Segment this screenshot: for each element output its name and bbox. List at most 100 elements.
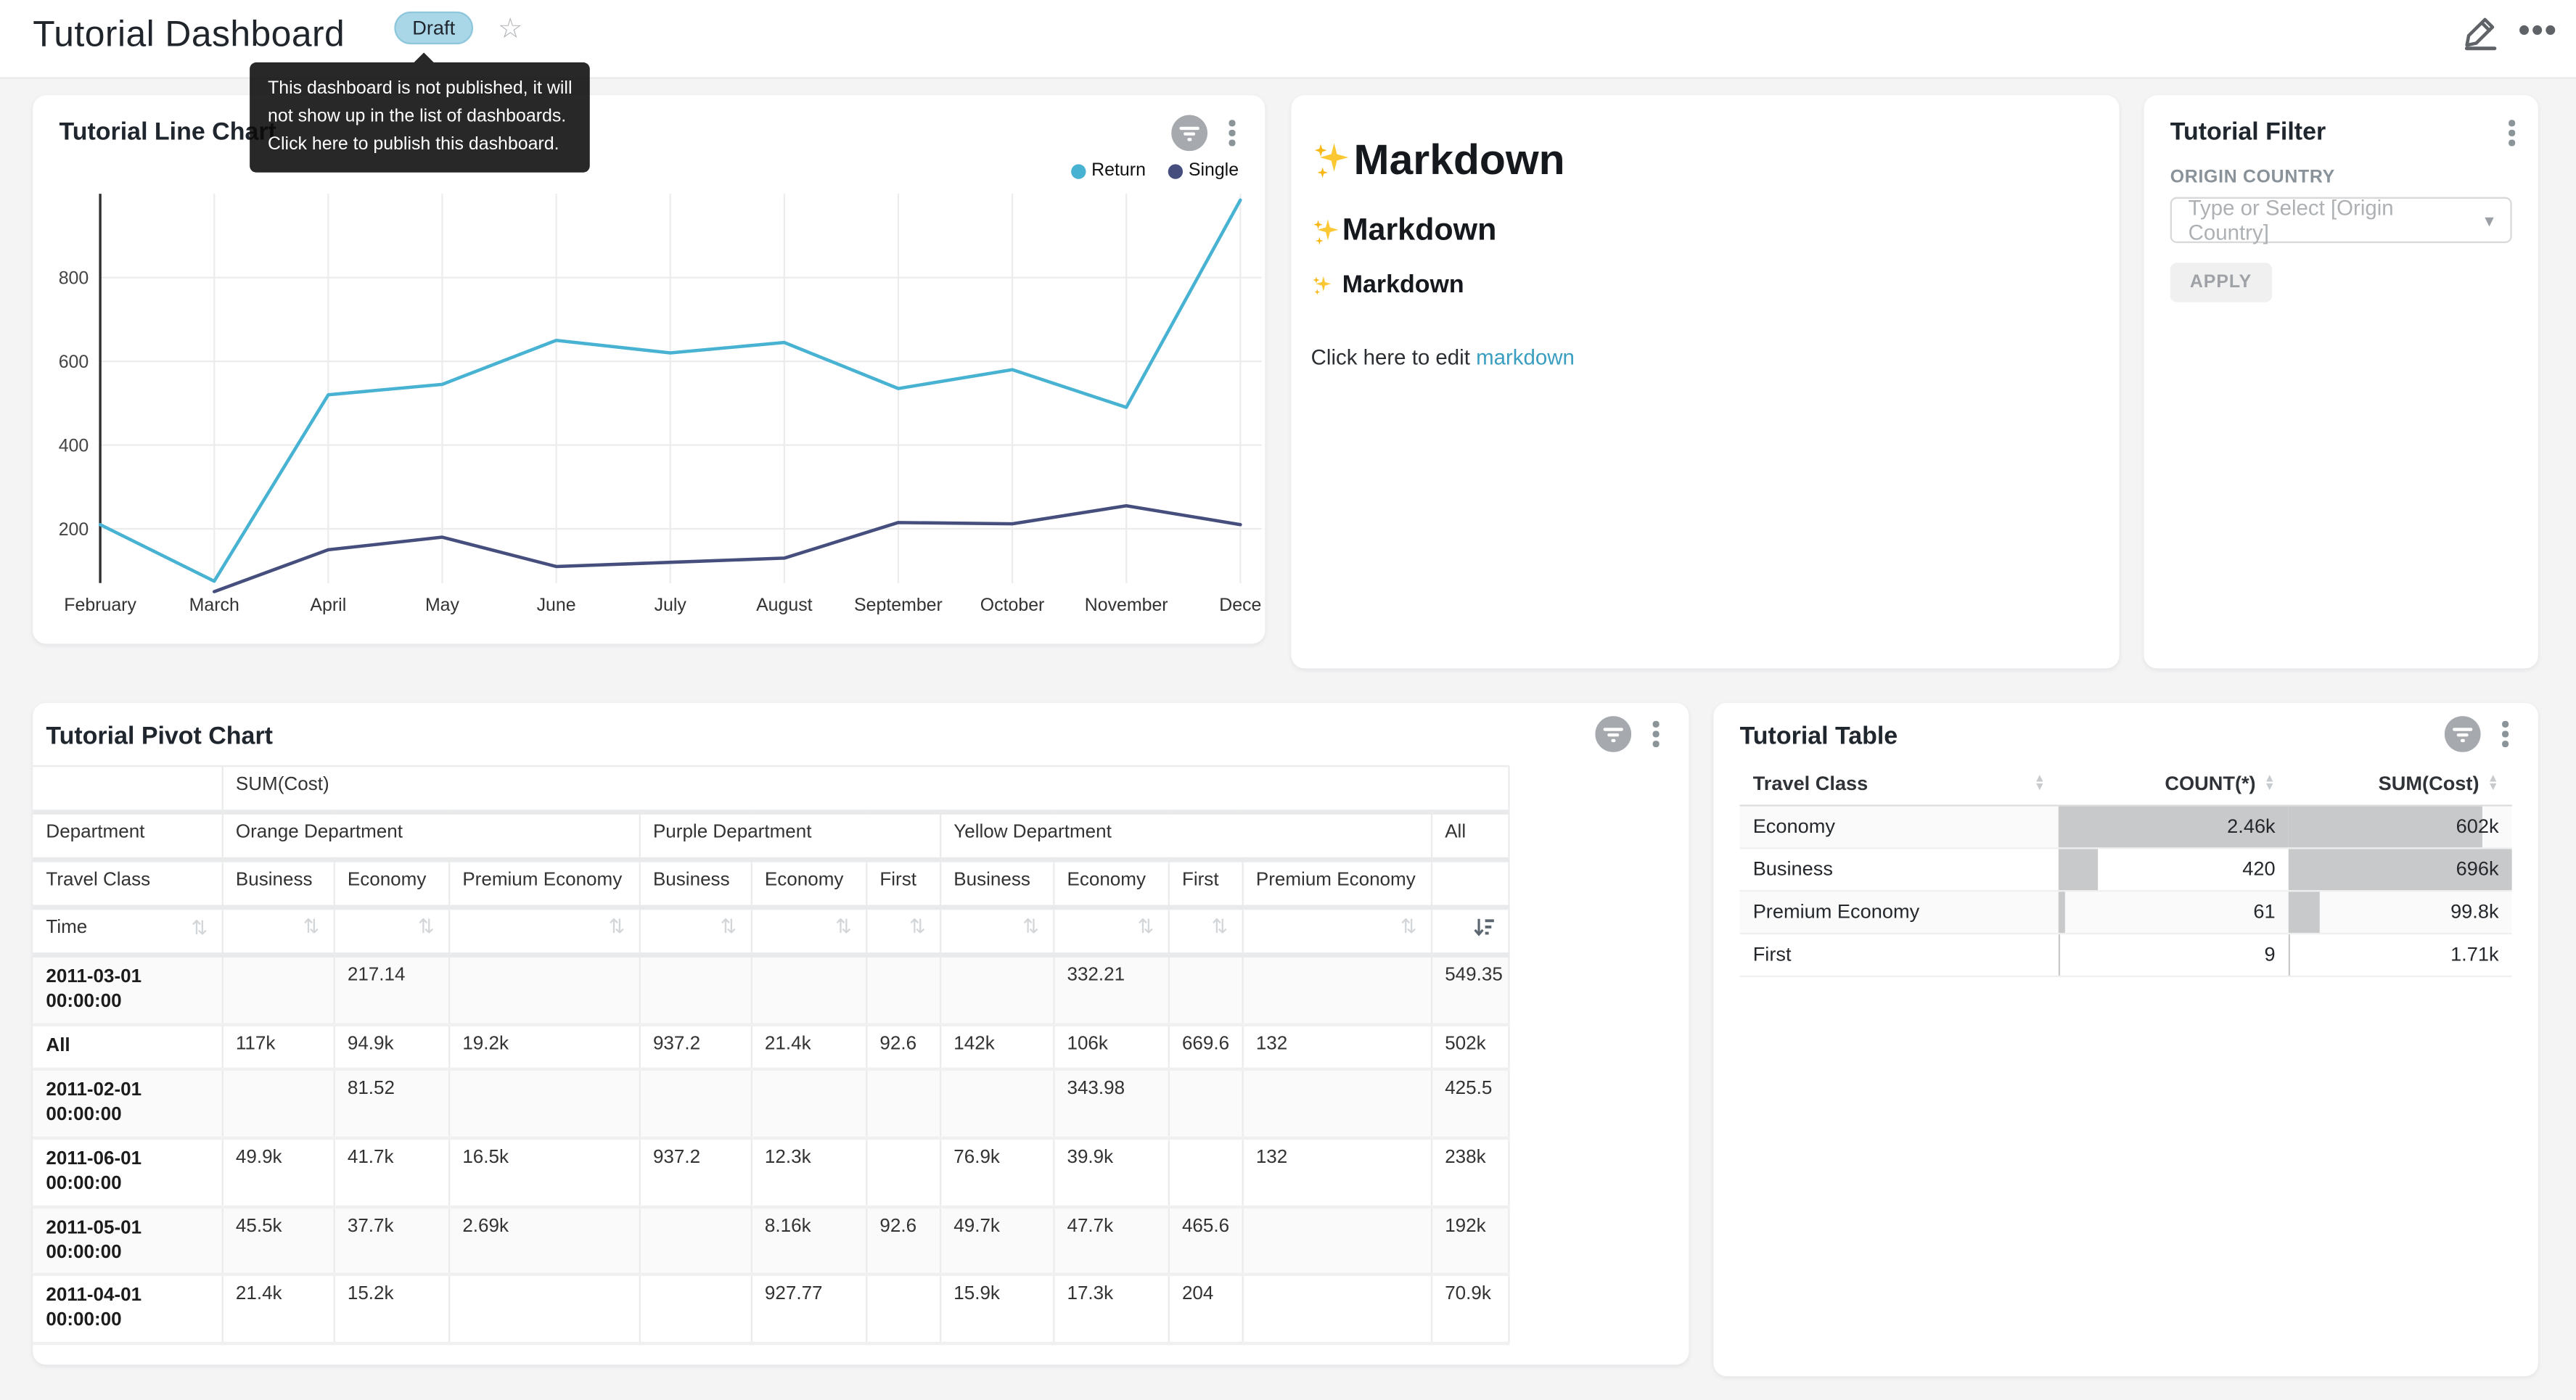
x-tick-label: June bbox=[537, 595, 576, 615]
markdown-h3: Markdown bbox=[1311, 271, 2093, 299]
apply-button[interactable]: APPLY bbox=[2170, 263, 2272, 302]
sort-desc-active-icon[interactable] bbox=[1473, 918, 1494, 938]
filter-kebab-menu-icon[interactable] bbox=[2502, 115, 2522, 151]
series-line-single bbox=[214, 506, 1240, 591]
legend-label: Single bbox=[1189, 161, 1239, 181]
pivot-cell: 332.21 bbox=[1053, 955, 1168, 1025]
sort-icon[interactable]: ⇅ bbox=[1022, 918, 1039, 935]
pivot-cell: 17.3k bbox=[1053, 1275, 1168, 1344]
column-sorter-icon[interactable]: ▲▼ bbox=[2034, 774, 2046, 792]
pivot-row-header: 2011-04-01 00:00:00 bbox=[33, 1275, 221, 1344]
pencil-icon bbox=[2461, 13, 2500, 52]
sparkles-icon bbox=[1311, 273, 1334, 297]
pivot-cell bbox=[751, 1068, 866, 1137]
pivot-cell: 549.35 bbox=[1431, 955, 1509, 1025]
table-row: Business420696k bbox=[1740, 848, 2512, 891]
edit-pencil-icon[interactable] bbox=[2461, 13, 2500, 52]
pivot-cell: 425.5 bbox=[1431, 1068, 1509, 1137]
table-header-travel-class[interactable]: Travel Class▲▼ bbox=[1740, 762, 2059, 805]
filter-indicator-icon[interactable] bbox=[2445, 716, 2481, 752]
chart-kebab-menu-icon[interactable] bbox=[1222, 115, 1242, 151]
sort-icon[interactable]: ⇅ bbox=[1400, 918, 1417, 935]
table-kebab-menu-icon[interactable] bbox=[2495, 716, 2515, 752]
pivot-row-header: 2011-05-01 00:00:00 bbox=[33, 1206, 221, 1275]
pivot-cell: 15.2k bbox=[334, 1275, 448, 1344]
sort-icon[interactable]: ⇅ bbox=[609, 918, 625, 935]
table-header-count---[interactable]: COUNT(*)▲▼ bbox=[2059, 762, 2289, 805]
column-sorter-icon[interactable]: ▲▼ bbox=[2264, 774, 2276, 792]
pivot-chart-card: Tutorial Pivot Chart SUM(Cost)Department… bbox=[33, 703, 1689, 1364]
travel-class-cell: Business bbox=[1740, 848, 2059, 891]
line-chart-title: Tutorial Line Chart bbox=[60, 118, 276, 146]
header-more-menu-icon[interactable]: ••• bbox=[2516, 10, 2559, 53]
sort-icon[interactable]: ⇅ bbox=[303, 918, 320, 935]
markdown-paragraph: Click here to edit markdown bbox=[1311, 345, 2093, 369]
filter-indicator-icon[interactable] bbox=[1171, 115, 1207, 151]
pivot-kebab-menu-icon[interactable] bbox=[1646, 716, 1666, 752]
pivot-header-cell: ⇅ bbox=[639, 907, 751, 955]
line-chart-svg: 200400600800FebruaryMarchAprilMayJuneJul… bbox=[33, 181, 1265, 641]
pivot-header-cell: SUM(Cost) bbox=[222, 766, 1509, 812]
filter-indicator-icon[interactable] bbox=[1595, 716, 1631, 752]
favorite-star-icon[interactable]: ☆ bbox=[498, 13, 523, 46]
pivot-cell: 37.7k bbox=[334, 1206, 448, 1275]
pivot-cell: 142k bbox=[940, 1024, 1053, 1068]
page-title: Tutorial Dashboard bbox=[33, 13, 345, 56]
sort-icon[interactable]: ⇅ bbox=[835, 918, 852, 935]
pivot-header-cell: ⇅ bbox=[751, 907, 866, 955]
tooltip-line: not show up in the list of dashboards. bbox=[268, 104, 572, 131]
sort-icon[interactable]: ⇅ bbox=[721, 918, 737, 935]
pivot-cell: 937.2 bbox=[639, 1024, 751, 1068]
pivot-header-cell: Business bbox=[940, 860, 1053, 907]
origin-country-select[interactable]: Type or Select [Origin Country] ▾ bbox=[2170, 197, 2512, 243]
pivot-header-cell: ⇅ bbox=[1168, 907, 1242, 955]
sort-icon[interactable]: ⇅ bbox=[418, 918, 435, 935]
sort-icon[interactable]: ⇅ bbox=[1138, 918, 1154, 935]
pivot-cell: 927.77 bbox=[751, 1275, 866, 1344]
pivot-cell: 204 bbox=[1168, 1275, 1242, 1344]
markdown-link[interactable]: markdown bbox=[1476, 345, 1575, 369]
count-cell: 2.46k bbox=[2059, 805, 2289, 848]
table-header-sum-cost-[interactable]: SUM(Cost)▲▼ bbox=[2289, 762, 2512, 805]
x-tick-label: Dece bbox=[1219, 595, 1261, 615]
pivot-header-cell: Economy bbox=[1053, 860, 1168, 907]
markdown-card[interactable]: Markdown Markdown Markdown Click here to… bbox=[1292, 95, 2120, 668]
x-tick-label: October bbox=[980, 595, 1045, 615]
select-placeholder: Type or Select [Origin Country] bbox=[2189, 195, 2475, 244]
draft-badge[interactable]: Draft bbox=[394, 12, 473, 44]
pivot-header-cell bbox=[1431, 907, 1509, 955]
sort-icon[interactable]: ⇅ bbox=[1212, 918, 1228, 935]
pivot-cell: 76.9k bbox=[940, 1137, 1053, 1206]
pivot-header-cell: ⇅ bbox=[1053, 907, 1168, 955]
legend-item[interactable]: Single bbox=[1169, 161, 1239, 181]
pivot-cell bbox=[639, 955, 751, 1025]
pivot-table: SUM(Cost)DepartmentOrange DepartmentPurp… bbox=[33, 765, 1509, 1346]
table-row: Economy2.46k602k bbox=[1740, 805, 2512, 848]
legend-label: Return bbox=[1091, 161, 1146, 181]
pivot-header-cell: First bbox=[866, 860, 940, 907]
pivot-cell bbox=[940, 1068, 1053, 1137]
legend-item[interactable]: Return bbox=[1072, 161, 1146, 181]
pivot-cell: 937.2 bbox=[639, 1137, 751, 1206]
pivot-row: 2011-05-01 00:00:0045.5k37.7k2.69k8.16k9… bbox=[33, 1206, 1508, 1275]
pivot-cell: 106k bbox=[1053, 1024, 1168, 1068]
pivot-cell: 16.5k bbox=[448, 1137, 639, 1206]
pivot-row: 2011-06-01 00:00:0049.9k41.7k16.5k937.21… bbox=[33, 1137, 1508, 1206]
sort-icon[interactable]: ⇅ bbox=[909, 918, 926, 935]
pivot-header-cell: Economy bbox=[751, 860, 866, 907]
markdown-h2: Markdown bbox=[1311, 213, 2093, 250]
pivot-cell: 39.9k bbox=[1053, 1137, 1168, 1206]
sparkles-icon bbox=[1311, 216, 1342, 247]
table-row: Premium Economy6199.8k bbox=[1740, 891, 2512, 934]
pivot-header-cell: Orange Department bbox=[222, 812, 639, 860]
sort-icon[interactable]: ⇅ bbox=[192, 920, 208, 936]
column-sorter-icon[interactable]: ▲▼ bbox=[2487, 774, 2499, 792]
pivot-header-cell: Department bbox=[33, 812, 221, 860]
pivot-row-header: 2011-02-01 00:00:00 bbox=[33, 1068, 221, 1137]
origin-country-label: ORIGIN COUNTRY bbox=[2170, 168, 2335, 187]
pivot-cell: 92.6 bbox=[866, 1024, 940, 1068]
pivot-cell: 21.4k bbox=[222, 1275, 334, 1344]
x-tick-label: November bbox=[1085, 595, 1168, 615]
pivot-card-title: Tutorial Pivot Chart bbox=[46, 722, 273, 750]
x-tick-label: February bbox=[64, 595, 136, 615]
